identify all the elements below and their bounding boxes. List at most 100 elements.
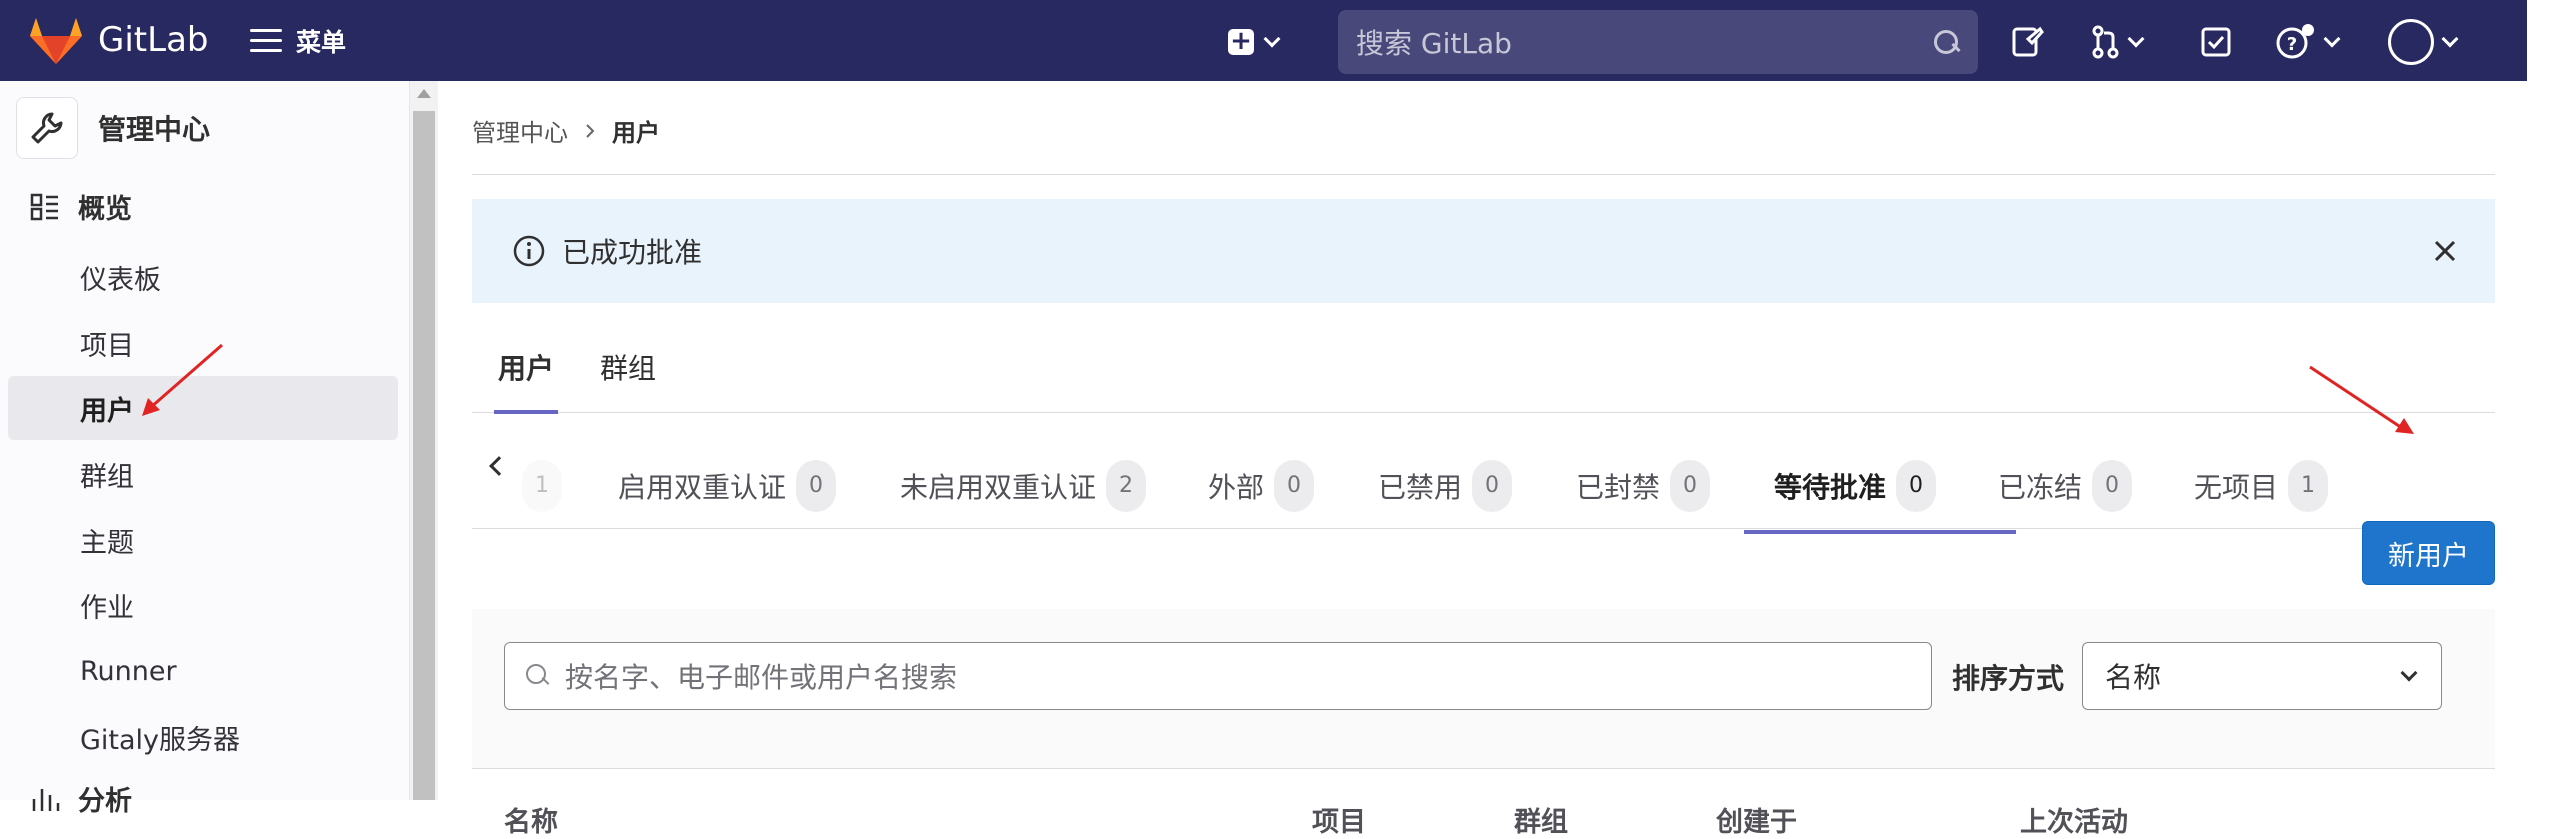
create-new-button[interactable]: + — [1228, 22, 1281, 62]
breadcrumb: 管理中心 用户 — [472, 113, 660, 148]
sidebar-item-label: 群组 — [80, 461, 134, 493]
column-header-created[interactable]: 创建于 — [1716, 800, 1797, 839]
column-header-last-activity[interactable]: 上次活动 — [2020, 800, 2128, 839]
sidebar-scrollbar[interactable] — [410, 81, 438, 800]
filter-tab-label: 外部 — [1208, 471, 1265, 504]
search-placeholder: 按名字、电子邮件或用户名搜索 — [565, 661, 958, 694]
column-header-groups[interactable]: 群组 — [1514, 800, 1568, 839]
scrollbar-thumb[interactable] — [413, 111, 435, 800]
sidebar-item-groups[interactable]: 群组 — [8, 442, 398, 506]
chevron-down-icon — [2441, 30, 2459, 48]
filter-tab-count: 0 — [1670, 460, 1711, 512]
breadcrumb-current[interactable]: 用户 — [612, 113, 660, 148]
column-header-name[interactable]: 名称 — [504, 800, 558, 839]
sidebar-item-label: 用户 — [80, 395, 134, 427]
todo-icon — [2201, 27, 2231, 57]
analytics-icon — [32, 788, 60, 811]
global-search-input[interactable]: 搜索 GitLab — [1338, 10, 1978, 74]
alert-message: 已成功批准 — [562, 236, 703, 269]
filter-tab-count: 0 — [796, 460, 837, 512]
filter-tab-count: 0 — [1274, 460, 1315, 512]
search-placeholder: 搜索 GitLab — [1356, 27, 1512, 60]
issues-button[interactable] — [2010, 22, 2044, 62]
merge-request-icon — [2092, 25, 2119, 59]
filter-tab-count: 0 — [1472, 460, 1513, 512]
filter-tab-count: 2 — [1106, 460, 1147, 512]
sidebar-header[interactable]: 管理中心 — [16, 97, 210, 159]
filter-tab-blocked[interactable]: 已禁用 0 — [1378, 441, 1513, 531]
filter-tab-pending-approval[interactable]: 等待批准 0 — [1744, 441, 2016, 534]
svg-text:?: ? — [2287, 34, 2297, 55]
hamburger-icon — [250, 29, 282, 53]
sidebar-section-analytics[interactable]: 分析 — [30, 779, 132, 818]
sidebar-item-gitaly-servers[interactable]: Gitaly服务器 — [8, 705, 398, 769]
column-header-projects[interactable]: 项目 — [1312, 800, 1366, 839]
filter-tab-count: 0 — [2092, 460, 2133, 512]
sidebar-item-label: Runner — [80, 655, 177, 687]
tab-label: 用户 — [498, 352, 555, 385]
brand-name[interactable]: GitLab — [98, 20, 208, 60]
sort-label: 排序方式 — [1952, 662, 2065, 695]
chevron-right-icon — [586, 123, 595, 138]
sidebar-item-dashboard[interactable]: 仪表板 — [8, 245, 398, 309]
sidebar-item-jobs[interactable]: 作业 — [8, 573, 398, 637]
filter-tab-partial[interactable]: 1 — [512, 441, 562, 531]
search-icon — [525, 663, 551, 689]
info-icon — [513, 235, 545, 267]
sidebar-item-label: 项目 — [80, 330, 134, 362]
chevron-down-icon — [2127, 30, 2145, 48]
user-search-input[interactable]: 按名字、电子邮件或用户名搜索 — [504, 642, 1932, 710]
filter-tab-label: 等待批准 — [1774, 471, 1887, 504]
menu-label: 菜单 — [296, 28, 347, 57]
help-button[interactable]: ? — [2276, 22, 2341, 62]
filter-tab-count: 1 — [2288, 460, 2329, 512]
scroll-up-arrow-icon[interactable] — [417, 89, 431, 98]
sidebar-item-users[interactable]: 用户 — [8, 376, 398, 440]
sidebar-item-label: 主题 — [80, 527, 134, 559]
tab-groups[interactable]: 群组 — [600, 321, 656, 413]
admin-sidebar: 管理中心 概览 仪表板 项目 用户 群组 主题 作业 Runner Gitaly… — [0, 81, 410, 817]
success-alert: 已成功批准 — [472, 199, 2495, 303]
table-header: 名称 项目 群组 创建于 上次活动 — [472, 770, 2495, 838]
filter-tab-label: 已冻结 — [1998, 471, 2083, 504]
issues-icon — [2012, 26, 2044, 57]
sidebar-section-overview[interactable]: 概览 — [30, 187, 132, 226]
sidebar-item-label: 作业 — [80, 592, 134, 624]
sidebar-item-label: Gitaly服务器 — [80, 724, 241, 756]
sort-dropdown[interactable]: 名称 — [2082, 642, 2442, 710]
gitlab-logo[interactable] — [28, 16, 84, 66]
tab-label: 群组 — [600, 352, 657, 385]
chevron-down-icon — [1263, 30, 1281, 48]
filter-tab-2fa-enabled[interactable]: 启用双重认证 0 — [618, 441, 837, 531]
help-icon: ? — [2276, 24, 2314, 59]
merge-requests-button[interactable] — [2090, 22, 2145, 62]
avatar — [2388, 19, 2434, 65]
filter-tab-2fa-disabled[interactable]: 未启用双重认证 2 — [900, 441, 1147, 531]
divider — [472, 528, 2495, 529]
filter-tab-deactivated[interactable]: 已冻结 0 — [1998, 441, 2133, 531]
tabs-scroll-left-icon[interactable] — [489, 456, 509, 476]
tab-users[interactable]: 用户 — [494, 321, 559, 414]
filter-tab-count: 1 — [522, 460, 562, 512]
divider — [472, 174, 2495, 175]
overview-icon — [30, 193, 58, 220]
sidebar-item-projects[interactable]: 项目 — [8, 311, 398, 375]
main-content: 管理中心 用户 已成功批准 用户 群组 1 启用双重认证 0 未启用双重认证 2… — [472, 81, 2495, 838]
sidebar-item-runners[interactable]: Runner — [8, 639, 398, 703]
filter-tab-without-projects[interactable]: 无项目 1 — [2194, 441, 2329, 531]
breadcrumb-parent[interactable]: 管理中心 — [472, 113, 568, 148]
close-icon[interactable] — [2431, 237, 2459, 265]
filter-tab-label: 启用双重认证 — [618, 471, 787, 504]
sort-value: 名称 — [2105, 661, 2162, 694]
todos-button[interactable] — [2200, 22, 2232, 62]
filter-tab-external[interactable]: 外部 0 — [1208, 441, 1315, 531]
filter-tab-label: 已封禁 — [1576, 471, 1661, 504]
plus-square-icon: + — [1228, 28, 1254, 55]
sidebar-item-topics[interactable]: 主题 — [8, 508, 398, 572]
user-menu-button[interactable] — [2388, 19, 2459, 65]
new-user-button[interactable]: 新用户 — [2362, 521, 2495, 585]
sidebar-item-label: 仪表板 — [80, 264, 161, 296]
main-menu-button[interactable]: 菜单 — [250, 18, 346, 64]
filter-tab-banned[interactable]: 已封禁 0 — [1576, 441, 1711, 531]
filter-tab-count: 0 — [1896, 460, 1937, 512]
